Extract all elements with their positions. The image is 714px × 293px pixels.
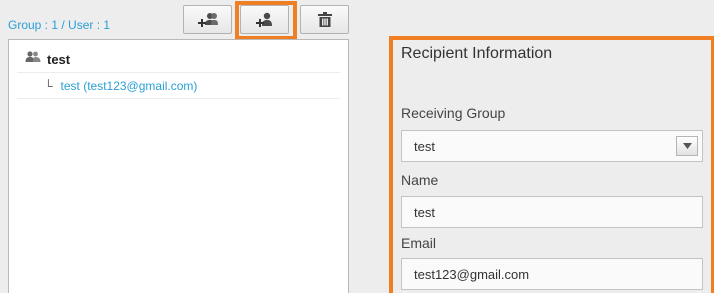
chevron-down-icon[interactable] <box>676 136 698 156</box>
add-user-button[interactable] <box>240 5 289 34</box>
name-value: test <box>414 204 435 220</box>
recipient-info-panel: Recipient Information Receiving Group te… <box>389 36 714 293</box>
delete-button[interactable] <box>300 5 349 34</box>
email-label: Email <box>401 235 437 251</box>
email-value: test123@gmail.com <box>414 266 530 282</box>
name-field[interactable]: test <box>401 196 703 228</box>
tree-user-label[interactable]: test (test123@gmail.com) <box>61 79 198 93</box>
tree-group-row[interactable]: test <box>17 46 340 73</box>
recipient-tree: test └ test (test123@gmail.com) <box>8 39 349 293</box>
add-group-button[interactable] <box>183 5 232 34</box>
receiving-group-value: test <box>414 138 435 154</box>
receiving-group-select[interactable]: test <box>401 130 703 162</box>
add-user-icon <box>255 12 272 27</box>
tree-user-row[interactable]: └ test (test123@gmail.com) <box>17 73 340 99</box>
tree-branch-glyph: └ <box>44 78 53 93</box>
add-group-icon <box>197 12 218 27</box>
group-user-count: Group : 1 / User : 1 <box>8 18 111 32</box>
group-icon <box>25 50 41 68</box>
receiving-group-label: Receiving Group <box>401 105 506 121</box>
name-label: Name <box>401 172 439 188</box>
tree-group-label: test <box>47 51 71 67</box>
trash-icon <box>317 11 332 27</box>
recipient-info-title: Recipient Information <box>401 45 553 62</box>
email-field[interactable]: test123@gmail.com <box>401 258 703 290</box>
